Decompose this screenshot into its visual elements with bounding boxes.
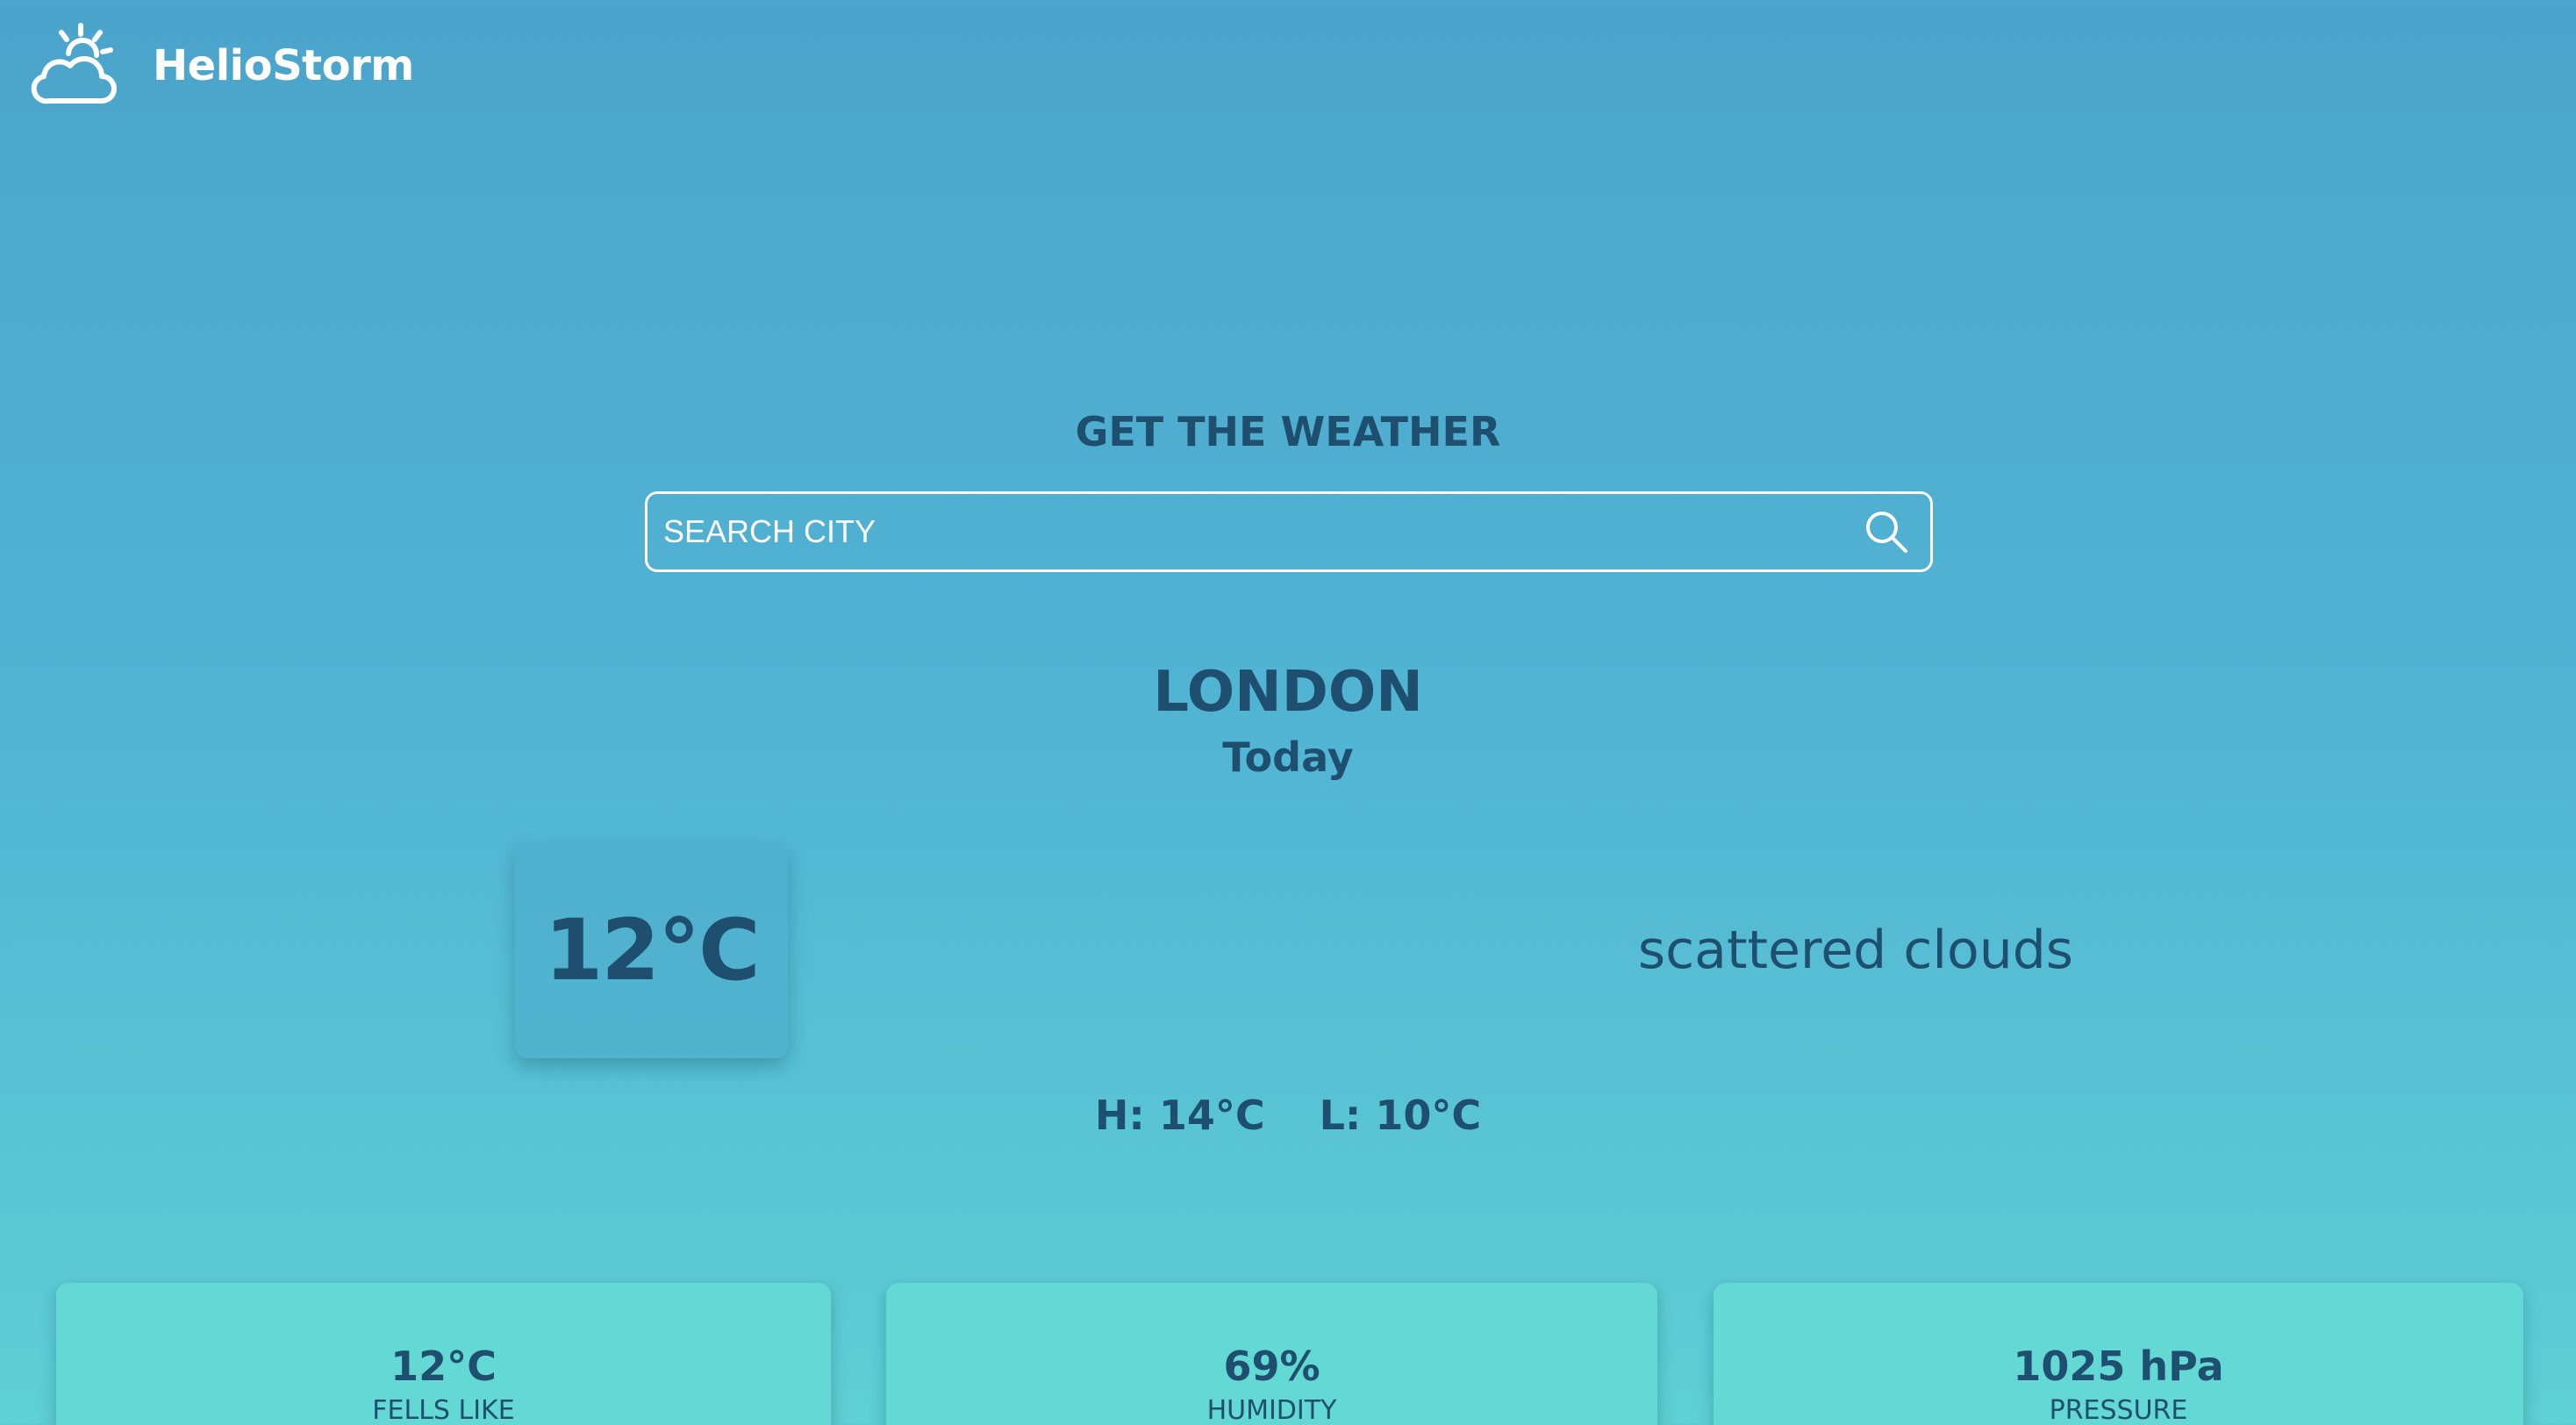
feels-like-label: FELLS LIKE <box>372 1395 515 1425</box>
feels-like-card: 12°C FELLS LIKE <box>56 1283 831 1425</box>
temperature-card: 12°C <box>515 842 788 1058</box>
search-input[interactable] <box>663 497 1862 567</box>
cloud-sun-icon <box>31 23 117 104</box>
weather-app: HelioStorm GET THE WEATHER LONDON Today … <box>0 0 2576 1425</box>
feels-like-value: 12°C <box>390 1343 497 1390</box>
search-title: GET THE WEATHER <box>1075 408 1501 455</box>
humidity-card: 69% HUMIDITY <box>886 1283 1657 1425</box>
high-low: H: 14°C L: 10°C <box>0 1092 2576 1139</box>
day-label: Today <box>1222 734 1354 781</box>
high-temperature: H: 14°C <box>1094 1092 1265 1139</box>
temperature-value: 12°C <box>544 901 760 999</box>
weather-condition: scattered clouds <box>1637 920 2074 981</box>
low-temperature: L: 10°C <box>1319 1092 1482 1139</box>
brand[interactable]: HelioStorm <box>30 18 414 114</box>
search-box[interactable] <box>645 491 1933 572</box>
humidity-label: HUMIDITY <box>1206 1395 1337 1425</box>
pressure-label: PRESSURE <box>2049 1395 2188 1425</box>
brand-name: HelioStorm <box>153 41 414 90</box>
city-name: LONDON <box>1153 660 1423 725</box>
pressure-value: 1025 hPa <box>2013 1343 2224 1390</box>
humidity-value: 69% <box>1223 1343 1320 1390</box>
pressure-card: 1025 hPa PRESSURE <box>1714 1283 2523 1425</box>
search-icon[interactable] <box>1862 507 1911 556</box>
